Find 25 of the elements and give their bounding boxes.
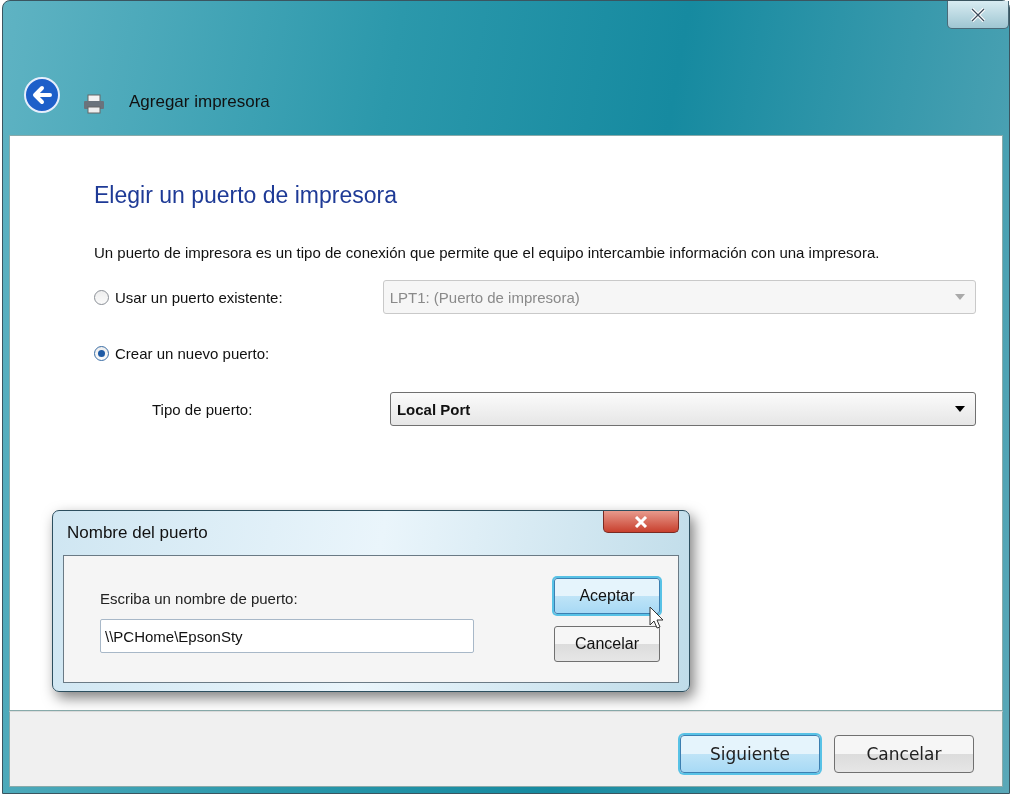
dialog-button[interactable]: Aceptar	[554, 578, 660, 614]
dialog-button[interactable]: Cancelar	[554, 626, 660, 662]
radio-button[interactable]	[94, 289, 109, 305]
port-type-label: Tipo de puerto:	[152, 400, 254, 418]
radio-option[interactable]: Crear un nuevo puerto:	[94, 344, 384, 362]
wizard-button[interactable]: Siguiente	[680, 735, 820, 773]
close-icon	[634, 515, 648, 528]
close-icon	[970, 7, 986, 22]
back-button[interactable]	[23, 76, 61, 114]
dialog-title: Nombre del puerto	[66, 523, 208, 543]
page-heading: Elegir un puerto de impresora	[94, 182, 398, 209]
dropdown-arrow-icon	[955, 406, 965, 412]
window-title: Agregar impresora	[129, 92, 270, 112]
prompt-label: Escriba un nombre de puerto:	[100, 590, 299, 607]
close-button[interactable]	[603, 511, 679, 533]
port-type-dropdown[interactable]: Local Port	[389, 392, 976, 426]
dropdown-arrow-icon	[955, 294, 965, 300]
mouse-pointer-icon	[649, 606, 665, 630]
wizard-button[interactable]: Cancelar	[834, 735, 974, 773]
description-text: Un puerto de impresora es un tipo de conexión que permite que el equipo intercambie información con una impresora.	[94, 243, 881, 263]
port-name-field[interactable]: \\PCHome\EpsonSty	[100, 619, 474, 653]
close-button[interactable]	[947, 1, 1009, 29]
radio-option[interactable]: Usar un puerto existente:	[94, 288, 383, 306]
printer-icon	[83, 94, 105, 114]
radio-button[interactable]	[94, 345, 109, 361]
